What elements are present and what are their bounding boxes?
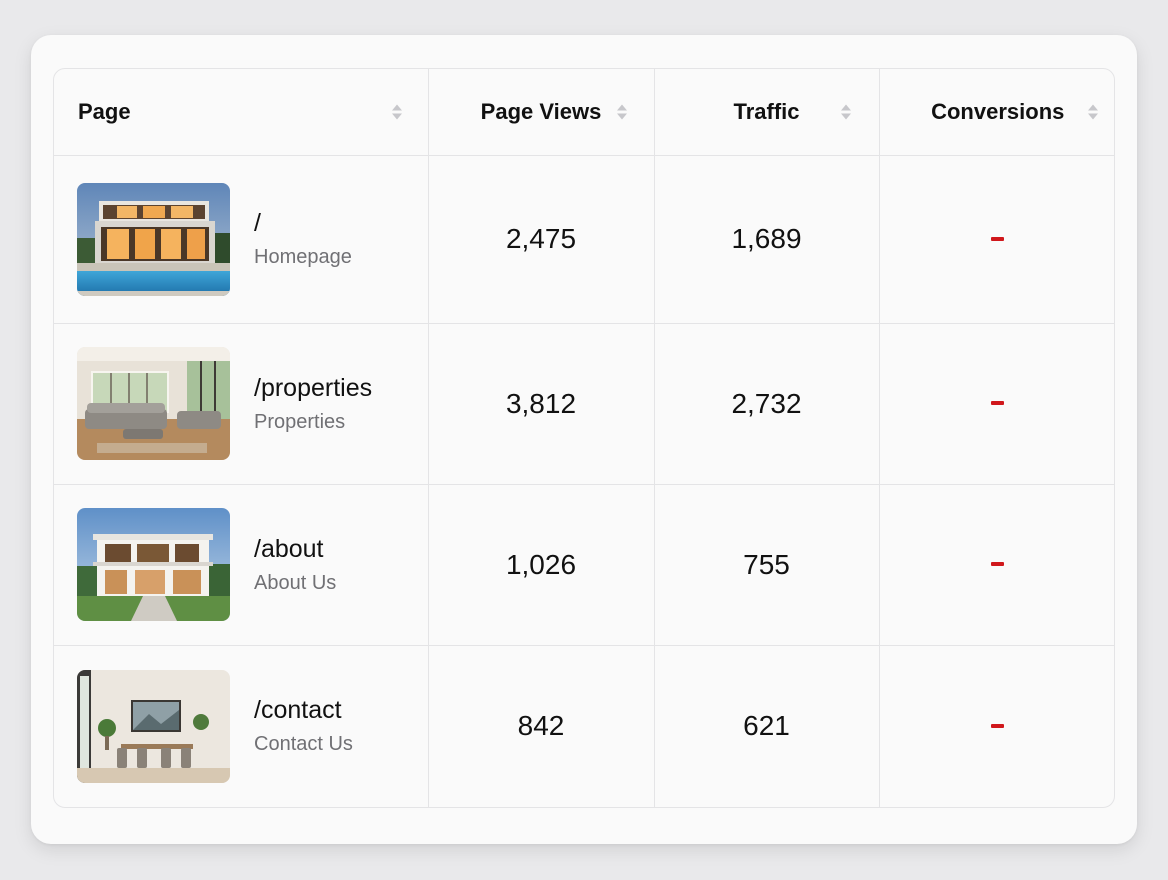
column-header-label: Page Views <box>480 98 602 124</box>
page-name: About Us <box>254 571 337 594</box>
page-views-value: 1,026 <box>428 484 655 646</box>
sort-icon[interactable] <box>1088 104 1098 120</box>
traffic-value: 1,689 <box>654 155 880 324</box>
traffic-value: 621 <box>654 645 880 807</box>
page-path[interactable]: /properties <box>254 372 372 404</box>
sort-icon[interactable] <box>840 104 851 120</box>
sort-icon[interactable] <box>391 104 402 120</box>
traffic-value: 2,732 <box>654 323 880 485</box>
analytics-card: Page Page Views Traffic Conversions / Ho… <box>31 35 1137 844</box>
page-name: Homepage <box>254 246 352 268</box>
column-header-label: Page <box>78 98 131 124</box>
modern-house-pool-image <box>77 182 230 296</box>
white-house-image <box>77 508 230 621</box>
column-header-page[interactable]: Page <box>54 69 429 156</box>
column-header-page-views[interactable]: Page Views <box>428 69 655 156</box>
table-row[interactable]: /contact Contact Us 842 621 - <box>54 645 1114 807</box>
page-cell: / Homepage <box>54 155 429 324</box>
conversions-cell: - <box>879 323 1114 485</box>
page-name: Properties <box>254 410 346 433</box>
page-thumbnail <box>77 669 230 783</box>
sort-icon[interactable] <box>616 104 627 120</box>
page-path[interactable]: / <box>254 207 352 239</box>
conversions-empty-dash: - <box>991 401 1005 406</box>
page-thumbnail <box>77 182 230 296</box>
conversions-empty-dash: - <box>991 562 1005 567</box>
page-path[interactable]: /about <box>254 533 336 565</box>
table-header-row: Page Page Views Traffic Conversions <box>54 69 1114 156</box>
conversions-cell: - <box>879 645 1114 807</box>
traffic-value: 755 <box>654 484 880 646</box>
page-views-value: 842 <box>428 645 655 807</box>
page-cell: /about About Us <box>54 484 429 646</box>
dining-room-image <box>77 669 230 783</box>
page-views-value: 2,475 <box>428 155 655 324</box>
conversions-empty-dash: - <box>991 236 1005 241</box>
column-header-label: Conversions <box>931 98 1065 124</box>
pages-table: Page Page Views Traffic Conversions / Ho… <box>54 69 1114 807</box>
page-cell: /properties Properties <box>54 323 429 485</box>
conversions-cell: - <box>879 484 1114 646</box>
conversions-empty-dash: - <box>991 724 1005 729</box>
table-row[interactable]: /about About Us 1,026 755 - <box>54 484 1114 646</box>
living-room-image <box>77 347 230 460</box>
table-row[interactable]: / Homepage 2,475 1,689 - <box>54 155 1114 324</box>
page-views-value: 3,812 <box>428 323 655 485</box>
table-row[interactable]: /properties Properties 3,812 2,732 - <box>54 323 1114 485</box>
column-header-label: Traffic <box>733 98 800 124</box>
conversions-cell: - <box>879 155 1114 324</box>
page-name: Contact Us <box>254 733 353 756</box>
column-header-traffic[interactable]: Traffic <box>654 69 880 156</box>
page-cell: /contact Contact Us <box>54 645 429 807</box>
pages-table-container: Page Page Views Traffic Conversions / Ho… <box>53 68 1115 808</box>
column-header-conversions[interactable]: Conversions <box>879 69 1114 156</box>
page-thumbnail <box>77 508 230 621</box>
page-thumbnail <box>77 347 230 460</box>
page-path[interactable]: /contact <box>254 694 353 726</box>
